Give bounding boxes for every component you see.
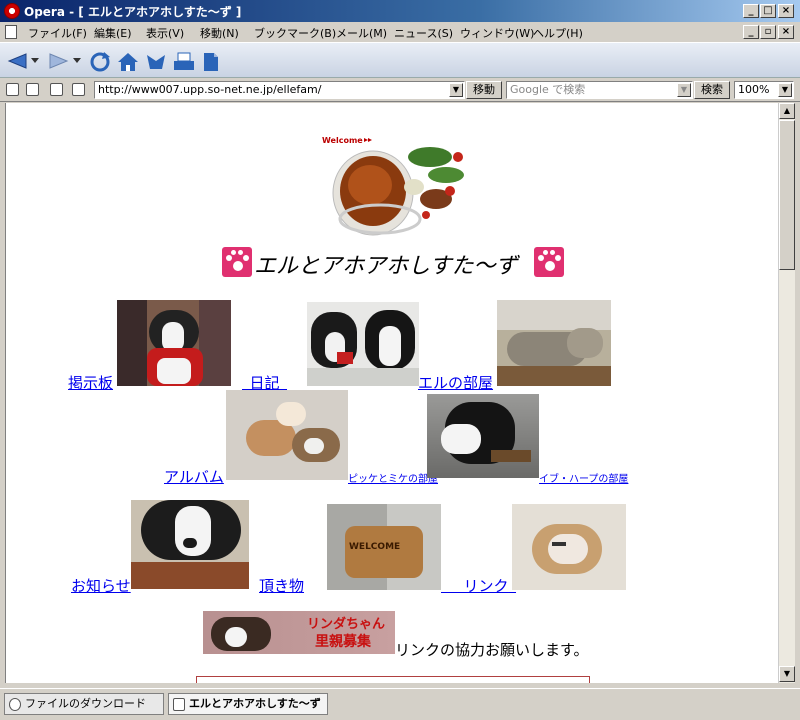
maximize-button[interactable]: □	[760, 4, 776, 18]
link-page-label: リンク	[463, 577, 509, 595]
dog-bandana-photo[interactable]	[117, 300, 231, 386]
download-tab-label: ファイルのダウンロード	[25, 697, 146, 710]
news-link[interactable]: お知らせ	[71, 575, 131, 596]
current-page-tab[interactable]: エルとアホアホしすた～ず	[168, 693, 328, 715]
go-button[interactable]: 移動	[466, 81, 502, 99]
menu-bar: ファイル(F) 編集(E) 表示(V) 移動(N) ブックマーク(B) メール(…	[0, 22, 800, 42]
opera-icon	[4, 3, 20, 19]
doc-restore-button[interactable]: ▫	[760, 25, 776, 39]
back-icon[interactable]	[6, 51, 28, 71]
link-page-link[interactable]: ___リンク_	[441, 575, 516, 596]
scroll-up-icon[interactable]: ▲	[779, 103, 795, 119]
banner-adoption-text: 里親募集	[315, 634, 371, 650]
wand-small-icon[interactable]	[26, 83, 39, 96]
menu-mail[interactable]: メール(M)	[336, 25, 387, 41]
address-bar: http://www007.upp.so-net.ne.jp/ellefam/ …	[0, 78, 800, 102]
download-tab[interactable]: ファイルのダウンロード	[4, 693, 164, 715]
cat-closeup-photo[interactable]	[512, 504, 626, 590]
welcome-sign-photo[interactable]: WELCOME	[327, 504, 441, 590]
two-dogs-photo[interactable]	[307, 302, 419, 386]
banner-name-text: リンダちゃん	[307, 617, 386, 632]
url-input[interactable]: http://www007.upp.so-net.ne.jp/ellefam/ …	[94, 81, 465, 99]
menu-edit[interactable]: 編集(E)	[94, 25, 132, 41]
bbs-link[interactable]: 掲示板	[68, 372, 113, 393]
url-dropdown-icon[interactable]: ▼	[449, 83, 463, 97]
zoom-dropdown-icon[interactable]: ▼	[778, 83, 792, 97]
bottom-content-box	[196, 676, 590, 683]
sleeping-cat-photo[interactable]	[497, 300, 611, 386]
new-page-icon[interactable]	[50, 83, 63, 96]
scroll-thumb[interactable]	[779, 120, 795, 270]
title-bar: Opera - [ エルとアホアホしすた～ず ] _ □ ×	[0, 0, 800, 22]
menu-news[interactable]: ニュース(S)	[394, 25, 453, 41]
page-icon[interactable]	[200, 51, 222, 73]
document-icon	[5, 25, 17, 39]
forward-history-icon[interactable]	[72, 57, 82, 65]
menu-go[interactable]: 移動(N)	[200, 25, 239, 41]
menu-file[interactable]: ファイル(F)	[28, 25, 87, 41]
wand-icon[interactable]	[144, 51, 168, 73]
search-input[interactable]: Google で検索 ▼	[506, 81, 693, 99]
playing-cats-photo[interactable]	[226, 390, 348, 480]
menu-window[interactable]: ウィンドウ(W)	[460, 25, 534, 41]
search-placeholder: Google で検索	[510, 83, 586, 96]
zoom-value: 100%	[738, 83, 770, 96]
spaniel-profile-photo[interactable]	[427, 394, 539, 478]
page-tab-icon	[173, 698, 185, 711]
tab-bar: ファイルのダウンロード エルとアホアホしすた～ず	[0, 688, 800, 720]
security-icon[interactable]	[6, 83, 19, 96]
reload-icon[interactable]	[88, 51, 112, 73]
scroll-down-icon[interactable]: ▼	[779, 666, 795, 682]
paw-icon	[534, 247, 564, 277]
search-dropdown-icon[interactable]: ▼	[677, 83, 691, 97]
current-tab-label: エルとアホアホしすた～ず	[189, 697, 321, 710]
cooperation-text: リンクの協力お願いします。	[395, 641, 589, 659]
minimize-button[interactable]: _	[743, 4, 759, 18]
back-history-icon[interactable]	[30, 57, 40, 65]
zoom-select[interactable]: 100% ▼	[734, 81, 794, 99]
welcome-tea-image: Welcome	[322, 136, 464, 236]
search-button[interactable]: 検索	[694, 81, 730, 99]
doc-close-button[interactable]: ×	[778, 25, 794, 39]
eve-harp-room-link[interactable]: イブ・ハープの部屋	[539, 470, 628, 485]
url-text: http://www007.upp.so-net.ne.jp/ellefam/	[98, 83, 322, 96]
welcome-sign-text: WELCOME	[349, 542, 401, 552]
page-title: エルとアホアホしすた～ず	[254, 254, 518, 279]
menu-view[interactable]: 表示(V)	[146, 25, 184, 41]
download-icon	[9, 698, 21, 711]
menu-bookmarks[interactable]: ブックマーク(B)	[254, 25, 336, 41]
gifts-link[interactable]: 頂き物	[259, 575, 304, 596]
welcome-text: Welcome	[322, 136, 363, 145]
linda-adoption-banner[interactable]: リンダちゃん 里親募集	[203, 611, 395, 654]
elle-room-link[interactable]: エルの部屋	[418, 372, 493, 393]
forward-icon[interactable]	[48, 51, 70, 71]
resting-dog-photo[interactable]	[131, 500, 249, 589]
menu-help[interactable]: ヘルプ(H)	[533, 25, 583, 41]
vertical-scrollbar[interactable]: ▲ ▼	[778, 103, 795, 683]
pikke-mike-room-link[interactable]: ピッケとミケの部屋	[348, 470, 438, 485]
doc-minimize-button[interactable]: _	[743, 25, 759, 39]
window-title: Opera - [ エルとアホアホしすた～ず ]	[24, 5, 242, 19]
paw-icon	[222, 247, 252, 277]
print-small-icon[interactable]	[72, 83, 85, 96]
page-viewport: Welcome エルとアホアホしすた～ず 掲示板 _日記_ エルの部屋	[5, 103, 778, 683]
home-icon[interactable]	[116, 51, 140, 73]
album-link[interactable]: アルバム	[164, 466, 224, 487]
close-button[interactable]: ×	[778, 4, 794, 18]
print-icon[interactable]	[172, 51, 196, 73]
toolbar	[0, 42, 800, 78]
